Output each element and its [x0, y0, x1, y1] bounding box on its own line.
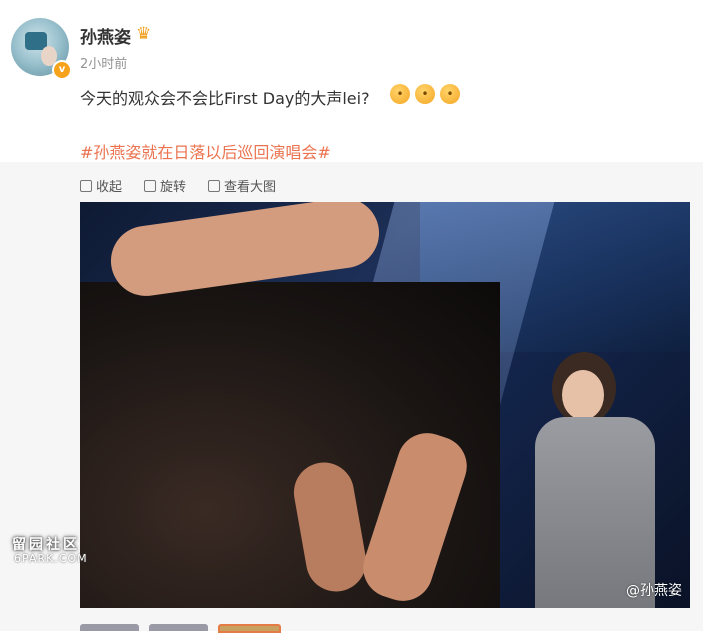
- doge-think-emoji-icon: •: [415, 84, 435, 104]
- view-large-icon: [208, 179, 221, 192]
- site-watermark-cn: 留园社区: [12, 537, 80, 553]
- post-time[interactable]: 2小时前: [80, 53, 127, 72]
- thumbnail[interactable]: [149, 624, 208, 631]
- photo-watermark: @孙燕姿: [626, 583, 682, 599]
- doge-think-emoji-icon: •: [390, 84, 410, 104]
- thumbnail[interactable]: [80, 624, 139, 631]
- thumbnail-strip: [80, 624, 281, 633]
- view-large-label: 查看大图: [224, 180, 277, 195]
- collapse-label: 收起: [96, 180, 123, 195]
- hashtag-link[interactable]: #孙燕姿就在日落以后巡回演唱会#: [80, 139, 331, 163]
- rotate-label: 旋转: [160, 180, 187, 195]
- collapse-button[interactable]: 收起: [80, 176, 122, 195]
- collapse-icon: [80, 179, 92, 192]
- view-large-button[interactable]: 查看大图: [208, 176, 276, 195]
- crown-icon[interactable]: ♛: [136, 24, 151, 44]
- thumbnail-active[interactable]: [218, 624, 281, 633]
- username[interactable]: 孙燕姿: [80, 23, 131, 48]
- post-photo[interactable]: @孙燕姿: [80, 202, 690, 608]
- emoji-group: • • •: [390, 84, 460, 104]
- rotate-icon: [144, 179, 157, 192]
- post-text: 今天的观众会不会比First Day的大声lei?: [80, 89, 370, 108]
- media-actions: 收起 旋转 查看大图: [80, 176, 276, 195]
- rotate-button[interactable]: 旋转: [144, 176, 186, 195]
- singer-face: [562, 370, 604, 420]
- site-watermark-en: 6PARK.COM: [14, 552, 88, 565]
- doge-think-emoji-icon: •: [440, 84, 460, 104]
- verified-badge-icon: v: [52, 60, 72, 80]
